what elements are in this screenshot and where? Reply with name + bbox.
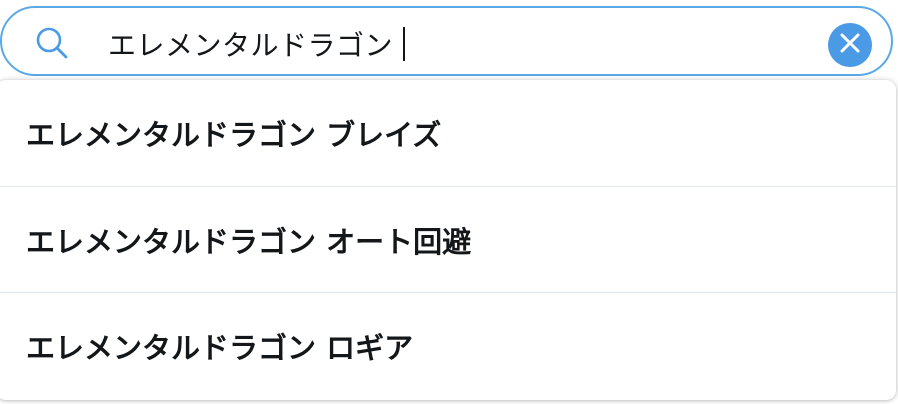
suggestion-item[interactable]: エレメンタルドラゴン ロギア — [0, 292, 896, 398]
suggestion-item[interactable]: エレメンタルドラゴン オート回避 — [0, 186, 896, 292]
suggestion-label: エレメンタルドラゴン ブレイズ — [26, 118, 442, 152]
suggestion-label: エレメンタルドラゴン オート回避 — [26, 224, 472, 259]
suggestion-dropdown: エレメンタルドラゴン ブレイズ エレメンタルドラゴン オート回避 エレメンタルド… — [0, 80, 896, 400]
search-query-text: エレメンタルドラゴン — [108, 29, 394, 62]
text-caret — [403, 27, 406, 61]
suggestion-label: エレメンタルドラゴン ロギア — [26, 330, 414, 365]
suggestion-item[interactable]: エレメンタルドラゴン ブレイズ — [0, 80, 896, 186]
search-icon — [34, 25, 70, 61]
search-bar[interactable]: エレメンタルドラゴン — [0, 6, 893, 76]
clear-search-button[interactable] — [828, 23, 872, 67]
close-icon — [839, 32, 861, 58]
search-input[interactable]: エレメンタルドラゴン — [108, 24, 406, 64]
